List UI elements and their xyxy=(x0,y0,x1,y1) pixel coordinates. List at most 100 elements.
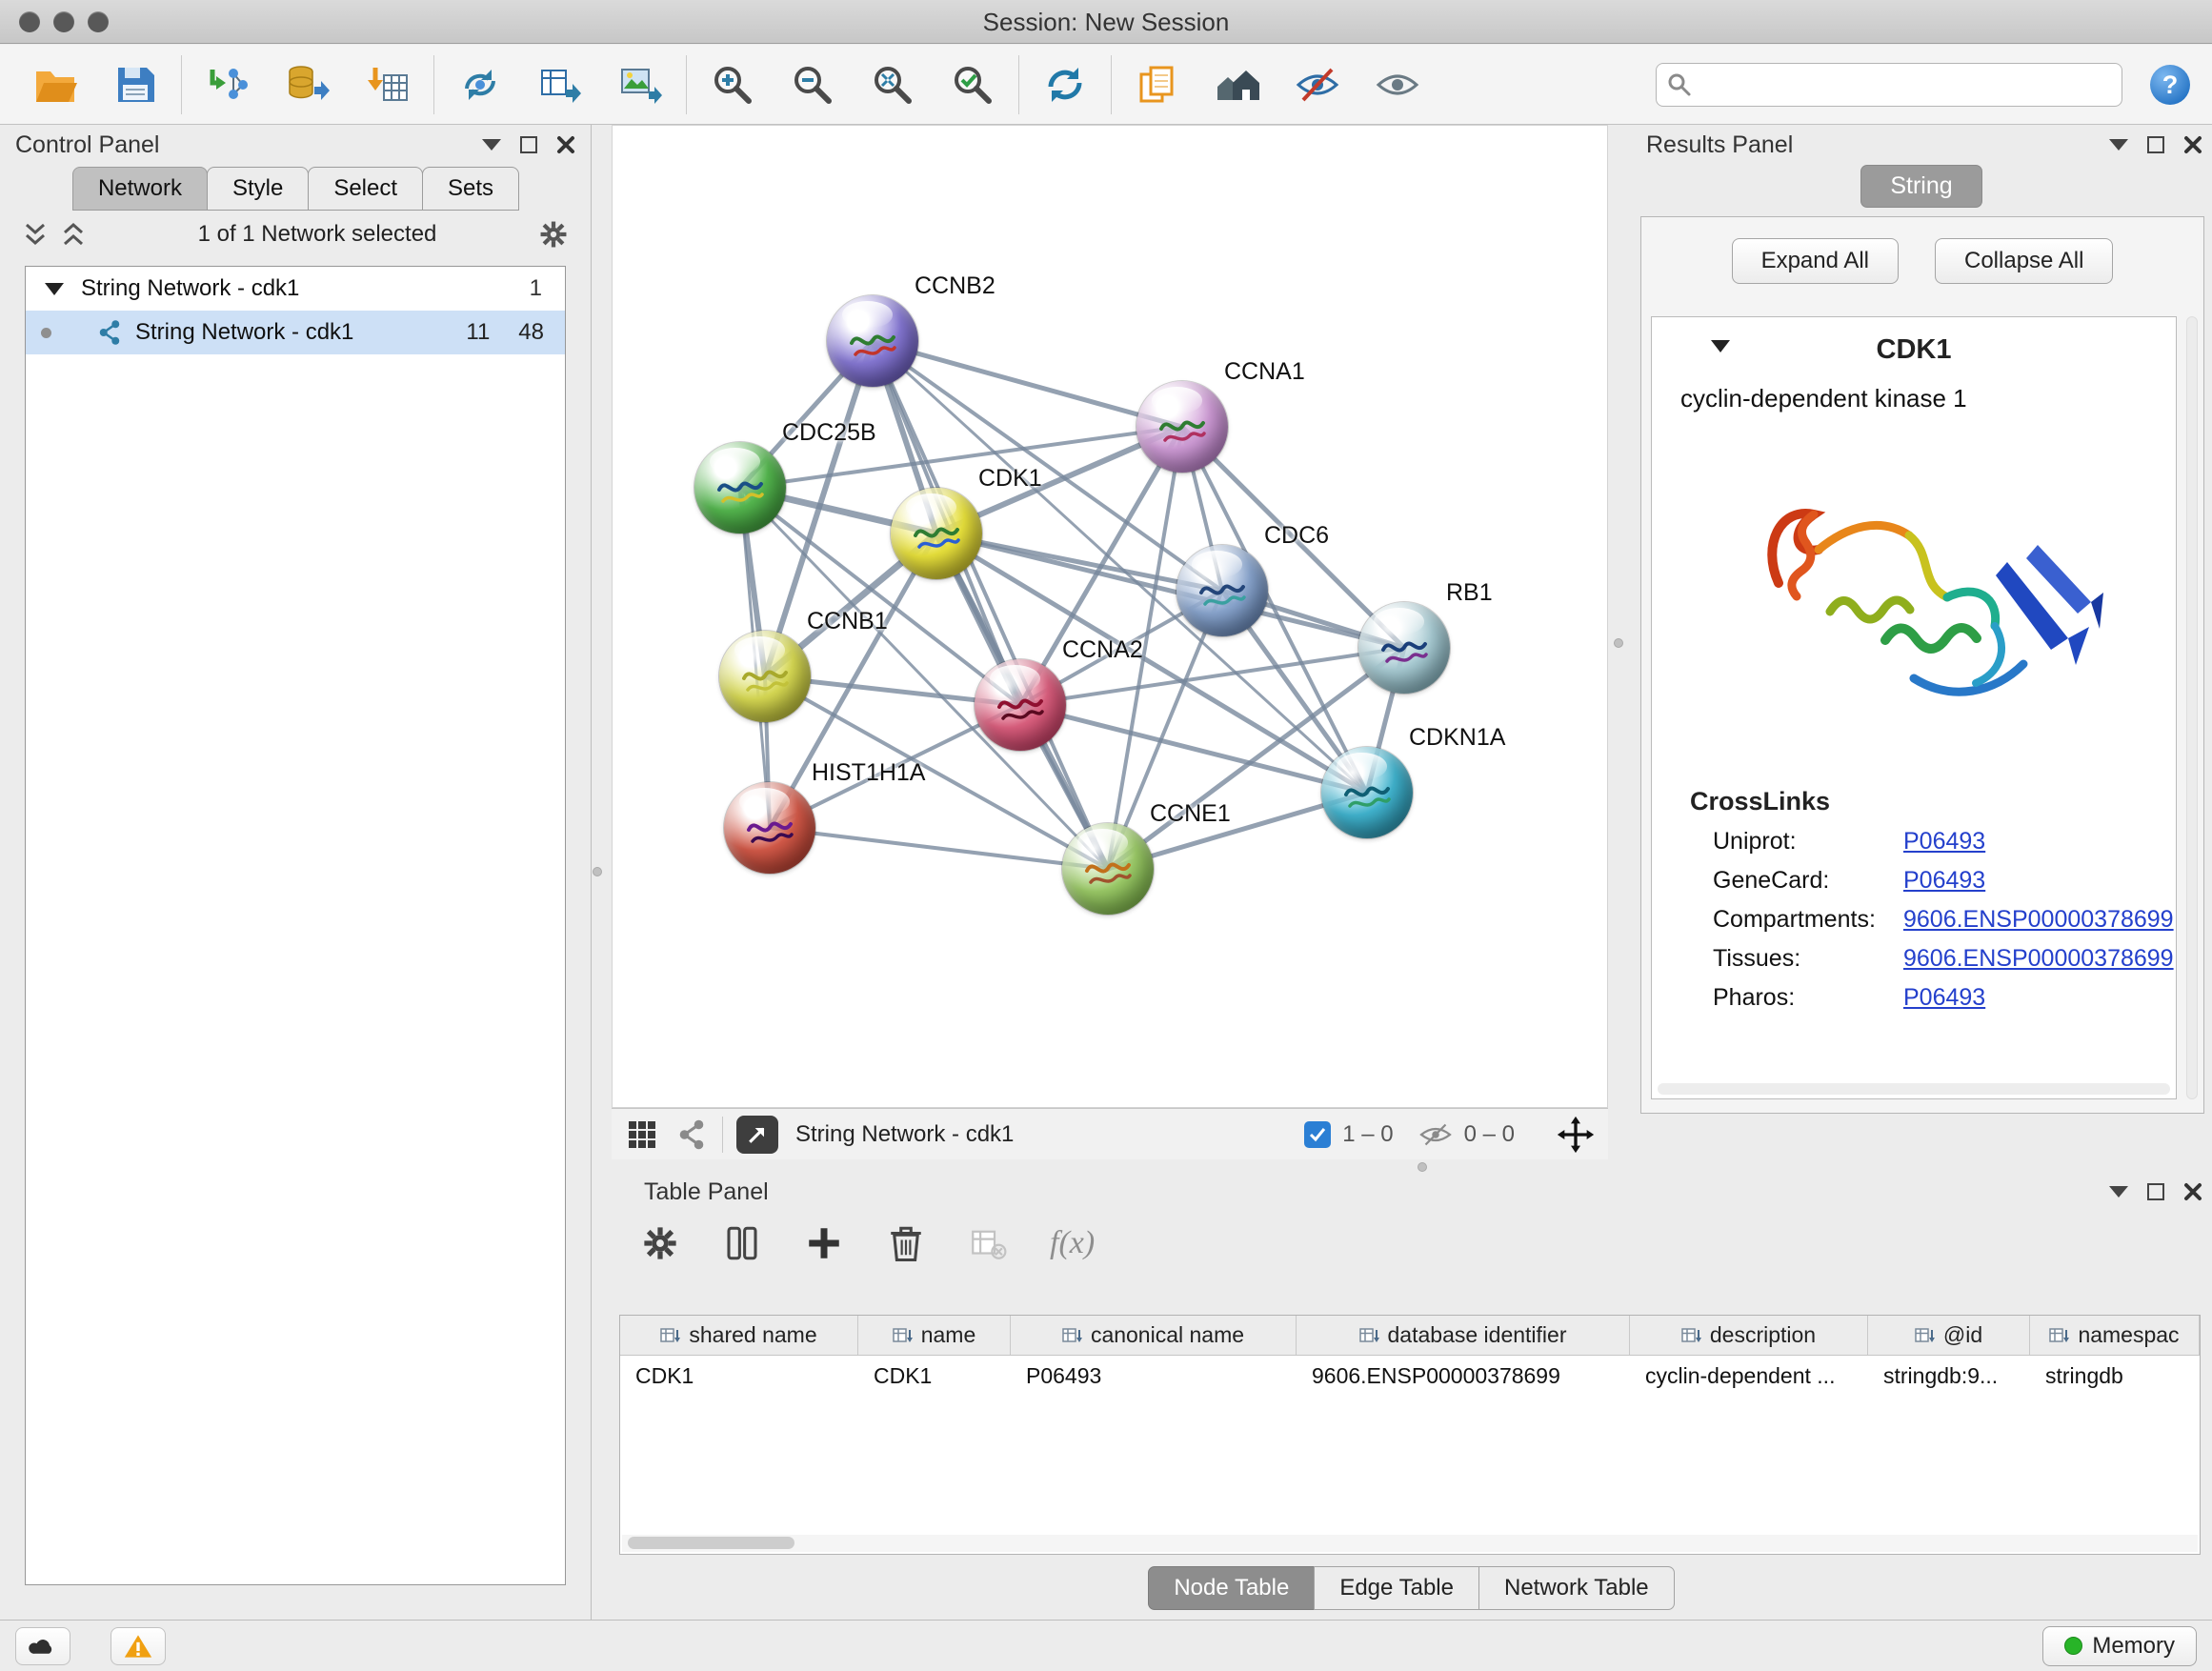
scrollbar-thumb[interactable] xyxy=(628,1537,794,1549)
network-node-cdc6[interactable] xyxy=(1176,545,1268,636)
delete-column-icon[interactable] xyxy=(886,1223,926,1263)
panel-maximize-icon[interactable] xyxy=(2147,136,2164,153)
cell-shared-name[interactable]: CDK1 xyxy=(620,1356,858,1396)
tab-style[interactable]: Style xyxy=(207,167,309,211)
copy-icon[interactable] xyxy=(1135,62,1180,108)
network-from-web-icon[interactable] xyxy=(457,62,503,108)
column-header[interactable]: database identifier xyxy=(1297,1316,1630,1355)
splitter-handle[interactable] xyxy=(1614,638,1623,648)
cell-namespace[interactable]: stringdb xyxy=(2030,1356,2200,1396)
control-panel: Control Panel Network Style Select Sets … xyxy=(0,125,592,1620)
column-header[interactable]: description xyxy=(1630,1316,1868,1355)
panel-close-icon[interactable] xyxy=(2183,1182,2202,1201)
cell-description[interactable]: cyclin-dependent ... xyxy=(1630,1356,1868,1396)
column-header[interactable]: shared name xyxy=(620,1316,858,1355)
add-column-icon[interactable] xyxy=(804,1223,844,1263)
results-vertical-scrollbar[interactable] xyxy=(2186,316,2198,1099)
section-horizontal-scrollbar[interactable] xyxy=(1658,1083,2170,1095)
tab-select[interactable]: Select xyxy=(308,167,423,211)
table-settings-gear-icon[interactable] xyxy=(640,1223,680,1263)
show-hide-graphics-details-icon[interactable] xyxy=(1295,62,1340,108)
pan-crosshair-icon[interactable] xyxy=(1557,1116,1595,1154)
gear-icon[interactable] xyxy=(537,218,570,251)
help-icon[interactable]: ? xyxy=(2147,62,2193,108)
network-node-cdc25b[interactable] xyxy=(694,442,786,534)
import-network-from-database-icon[interactable] xyxy=(285,62,331,108)
collapse-all-icon[interactable] xyxy=(21,220,50,249)
panel-float-icon[interactable] xyxy=(2109,139,2128,151)
panel-maximize-icon[interactable] xyxy=(520,136,537,153)
show-graphics-icon[interactable] xyxy=(1375,62,1420,108)
collection-disclosure-icon[interactable] xyxy=(45,283,64,295)
network-node-cdk1[interactable] xyxy=(891,488,982,579)
splitter-handle[interactable] xyxy=(1418,1162,1427,1172)
network-node-rb1[interactable] xyxy=(1358,602,1450,694)
column-header[interactable]: @id xyxy=(1868,1316,2030,1355)
network-node-ccnb1[interactable] xyxy=(719,631,811,722)
zoom-in-icon[interactable] xyxy=(710,62,755,108)
selected-nodes-checkbox[interactable] xyxy=(1304,1121,1331,1148)
save-session-icon[interactable] xyxy=(112,62,158,108)
network-collection-row[interactable]: String Network - cdk1 1 xyxy=(26,267,565,311)
tab-sets[interactable]: Sets xyxy=(422,167,519,211)
expand-all-icon[interactable] xyxy=(59,220,88,249)
tab-node-table[interactable]: Node Table xyxy=(1148,1566,1315,1610)
network-view-icon[interactable] xyxy=(674,1117,709,1152)
tab-string[interactable]: String xyxy=(1860,165,1981,208)
home-icon[interactable] xyxy=(1215,62,1260,108)
expand-all-button[interactable]: Expand All xyxy=(1732,238,1899,284)
splitter-handle[interactable] xyxy=(593,867,602,876)
network-node-ccna2[interactable] xyxy=(975,659,1066,751)
panel-float-icon[interactable] xyxy=(2109,1186,2128,1198)
cell-canonical-name[interactable]: P06493 xyxy=(1011,1356,1297,1396)
tab-network[interactable]: Network xyxy=(72,167,208,211)
function-builder-icon[interactable]: f(x) xyxy=(1050,1225,1095,1261)
gene-disclosure-icon[interactable] xyxy=(1711,340,1730,352)
panel-maximize-icon[interactable] xyxy=(2147,1183,2164,1200)
warnings-button[interactable] xyxy=(111,1627,166,1665)
control-panel-tabs: Network Style Select Sets xyxy=(0,167,591,211)
tab-network-table[interactable]: Network Table xyxy=(1478,1566,1675,1610)
search-input[interactable] xyxy=(1656,63,2122,107)
zoom-out-icon[interactable] xyxy=(790,62,835,108)
crosslink-value[interactable]: 9606.ENSP00000378699 xyxy=(1903,906,2174,934)
network-node-ccna1[interactable] xyxy=(1136,381,1228,473)
network-node-ccne1[interactable] xyxy=(1062,823,1154,915)
import-network-from-file-icon[interactable] xyxy=(205,62,251,108)
panel-float-icon[interactable] xyxy=(482,139,501,151)
crosslink-value[interactable]: P06493 xyxy=(1903,867,1985,895)
network-node-ccnb2[interactable] xyxy=(827,295,918,387)
import-table-icon[interactable] xyxy=(365,62,411,108)
memory-button[interactable]: Memory xyxy=(2042,1626,2197,1666)
panel-close-icon[interactable] xyxy=(2183,135,2202,154)
crosslink-value[interactable]: 9606.ENSP00000378699 xyxy=(1903,945,2174,973)
open-file-icon[interactable] xyxy=(32,62,78,108)
table-row[interactable]: CDK1 CDK1 P06493 9606.ENSP00000378699 cy… xyxy=(620,1356,2200,1396)
hidden-eye-icon[interactable] xyxy=(1418,1117,1453,1152)
network-node-hist1h1a[interactable] xyxy=(724,782,815,874)
column-header[interactable]: canonical name xyxy=(1011,1316,1297,1355)
tab-edge-table[interactable]: Edge Table xyxy=(1314,1566,1479,1610)
cloud-button[interactable] xyxy=(15,1627,70,1665)
network-node-cdkn1a[interactable] xyxy=(1321,747,1413,838)
column-header[interactable]: namespac xyxy=(2030,1316,2200,1355)
export-image-icon[interactable] xyxy=(617,62,663,108)
network-row[interactable]: String Network - cdk1 11 48 xyxy=(26,311,565,354)
cell-id[interactable]: stringdb:9... xyxy=(1868,1356,2030,1396)
zoom-fit-icon[interactable] xyxy=(870,62,915,108)
crosslink-value[interactable]: P06493 xyxy=(1903,828,1985,856)
zoom-selected-icon[interactable] xyxy=(950,62,995,108)
grid-view-icon[interactable] xyxy=(625,1117,659,1152)
crosslink-value[interactable]: P06493 xyxy=(1903,984,1985,1012)
refresh-layout-icon[interactable] xyxy=(1042,62,1088,108)
collapse-all-button[interactable]: Collapse All xyxy=(1935,238,2113,284)
cell-name[interactable]: CDK1 xyxy=(858,1356,1011,1396)
column-header[interactable]: name xyxy=(858,1316,1011,1355)
table-horizontal-scrollbar[interactable] xyxy=(622,1535,2198,1552)
panel-close-icon[interactable] xyxy=(556,135,575,154)
cell-database-identifier[interactable]: 9606.ENSP00000378699 xyxy=(1297,1356,1630,1396)
detach-view-button[interactable] xyxy=(736,1116,778,1154)
show-columns-icon[interactable] xyxy=(722,1223,762,1263)
export-network-icon[interactable] xyxy=(537,62,583,108)
network-canvas[interactable]: CCNB2CCNA1CDC25BCDK1CDC6RB1CCNB1CCNA2CDK… xyxy=(612,125,1608,1108)
